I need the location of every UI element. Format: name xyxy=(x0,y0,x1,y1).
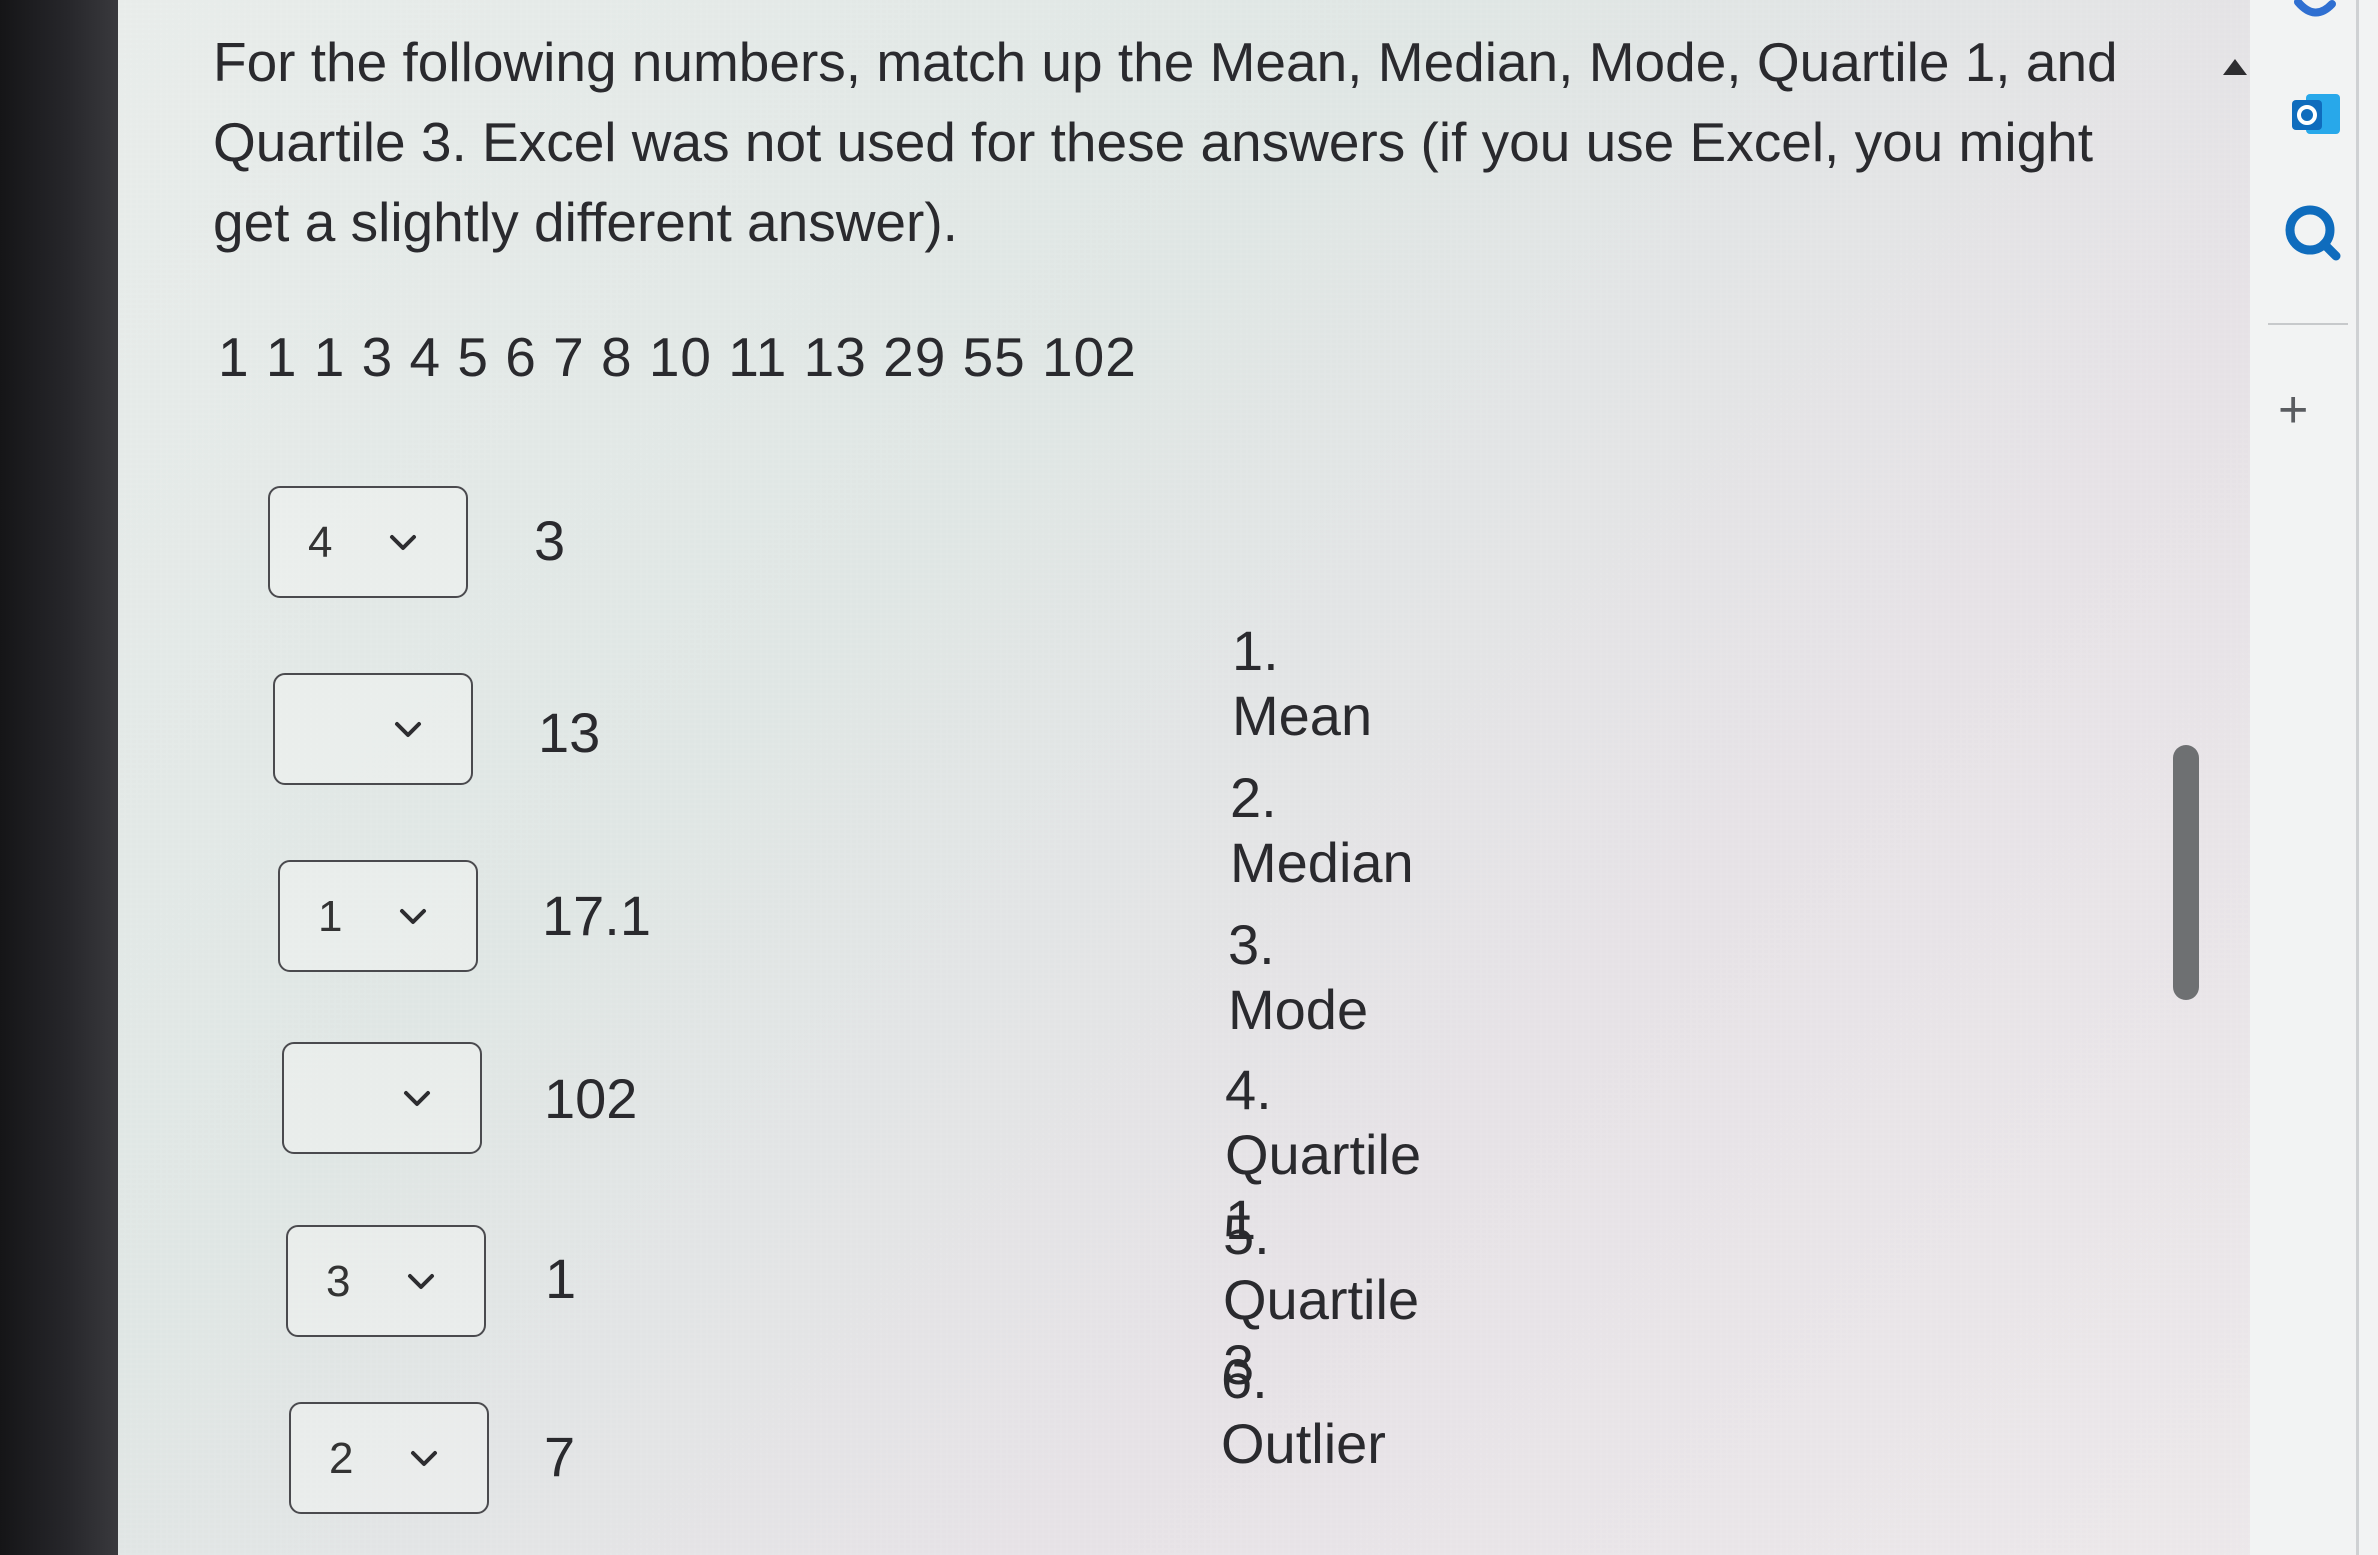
match-value: 7 xyxy=(544,1425,576,1488)
option-number: 6. xyxy=(1221,1347,1268,1410)
chevron-down-icon xyxy=(404,1091,430,1106)
option-number: 4. xyxy=(1225,1058,1272,1121)
rail-divider xyxy=(2356,0,2359,1555)
match-dropdown[interactable] xyxy=(282,1042,482,1154)
option-label: Mode xyxy=(1228,978,1369,1041)
add-button[interactable]: + xyxy=(2278,380,2308,440)
search-icon[interactable] xyxy=(2280,200,2344,264)
option-label: Median xyxy=(1230,831,1414,894)
question-text: For the following numbers, match up the … xyxy=(213,31,2118,253)
chevron-down-icon xyxy=(411,1451,437,1466)
match-value: 3 xyxy=(534,509,566,572)
scrollbar-thumb[interactable] xyxy=(2173,745,2199,1000)
match-value: 17.1 xyxy=(542,884,651,947)
chevron-down-icon xyxy=(408,1274,434,1289)
dropdown-value: 1 xyxy=(318,892,343,941)
dropdown-value: 3 xyxy=(326,1257,351,1306)
option-number: 1. xyxy=(1232,619,1279,682)
match-value: 13 xyxy=(538,701,601,764)
option-item: 1.Mean xyxy=(1232,618,1372,748)
match-dropdown[interactable]: 1 xyxy=(278,860,478,972)
option-label: Mean xyxy=(1232,684,1373,747)
dropdown-value: 4 xyxy=(308,518,333,567)
match-dropdown[interactable]: 3 xyxy=(286,1225,486,1337)
chevron-down-icon xyxy=(390,535,416,550)
match-value: 102 xyxy=(544,1067,638,1130)
chevron-down-icon xyxy=(395,722,421,737)
dropdown-value: 2 xyxy=(329,1434,354,1483)
option-item: 6.Outlier xyxy=(1221,1346,1386,1476)
outlook-icon[interactable] xyxy=(2288,88,2344,140)
option-label: Outlier xyxy=(1221,1412,1386,1475)
option-number: 5. xyxy=(1223,1203,1270,1266)
match-dropdown[interactable]: 4 xyxy=(268,486,468,598)
match-dropdown[interactable]: 2 xyxy=(289,1402,489,1514)
app-icon-partial[interactable] xyxy=(2290,0,2340,24)
option-number: 3. xyxy=(1228,913,1275,976)
rail-separator xyxy=(2268,323,2348,325)
match-value: 1 xyxy=(545,1247,577,1310)
chevron-down-icon xyxy=(400,909,426,924)
match-dropdown[interactable] xyxy=(273,673,473,785)
option-item: 3.Mode xyxy=(1228,912,1368,1042)
number-list: 1 1 1 3 4 5 6 7 8 10 11 13 29 55 102 xyxy=(218,326,1137,388)
option-number: 2. xyxy=(1230,766,1277,829)
option-item: 2.Median xyxy=(1230,765,1414,895)
scroll-up-arrow-icon[interactable] xyxy=(2220,55,2250,79)
screen-bezel xyxy=(0,0,120,1555)
